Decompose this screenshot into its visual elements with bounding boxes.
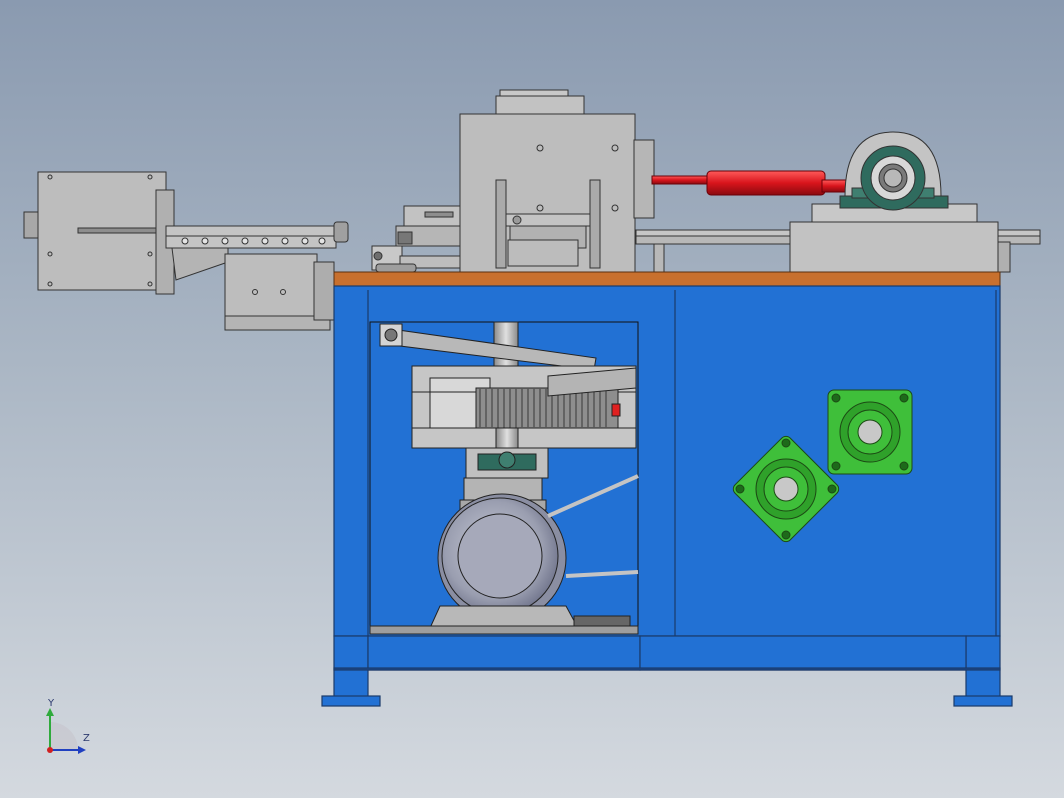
roller-rail xyxy=(165,225,337,249)
motor-base xyxy=(429,605,579,629)
roller-end-cap xyxy=(333,221,349,243)
frame-left-leg xyxy=(333,635,369,699)
top-mechanism xyxy=(371,89,1041,275)
feeder-assembly xyxy=(23,171,349,331)
lower-rail-right xyxy=(639,635,967,671)
triad-y-label: Y xyxy=(48,698,55,709)
electric-motor xyxy=(437,493,567,623)
rack-gear xyxy=(475,387,619,429)
table-top-plate xyxy=(333,271,1001,287)
cad-viewport[interactable]: Y Z xyxy=(0,0,1064,798)
red-cylinder xyxy=(651,170,851,196)
bearing-base xyxy=(789,221,999,275)
feeder-bracket xyxy=(171,247,229,281)
frame-right-leg xyxy=(965,635,1001,699)
compartment-floor xyxy=(369,625,639,635)
drive-compartment xyxy=(369,321,639,635)
feeder-slot xyxy=(77,227,167,234)
feeder-support-block xyxy=(224,253,318,321)
lower-rail-left xyxy=(367,635,641,671)
foot-pad-right xyxy=(953,695,1013,707)
cad-drawing xyxy=(23,89,1041,754)
pillow-block-bearing xyxy=(839,131,949,211)
flange-bearing-upper xyxy=(827,389,913,475)
triad-z-label: Z xyxy=(83,733,90,744)
foot-pad-left xyxy=(321,695,381,707)
coordinate-triad-icon xyxy=(46,708,86,754)
